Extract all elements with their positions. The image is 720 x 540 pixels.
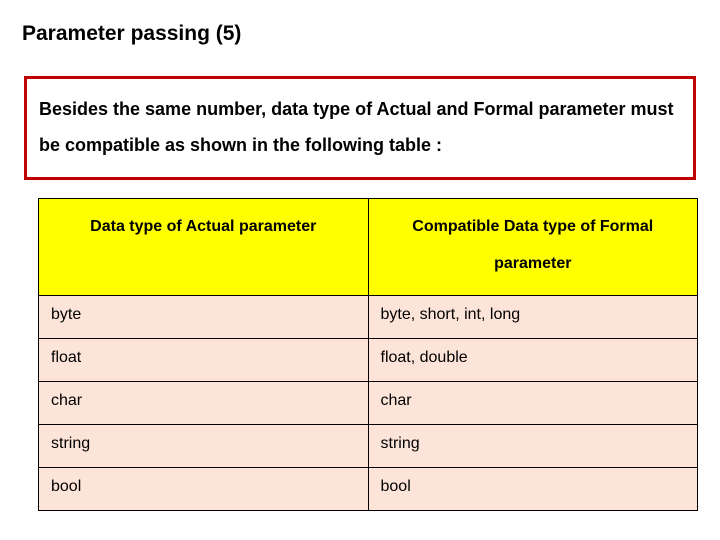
- cell-actual: string: [39, 424, 369, 467]
- table-row: char char: [39, 381, 698, 424]
- table-row: byte byte, short, int, long: [39, 295, 698, 338]
- cell-actual: bool: [39, 467, 369, 510]
- cell-formal: string: [368, 424, 698, 467]
- cell-actual: byte: [39, 295, 369, 338]
- compat-table: Data type of Actual parameter Compatible…: [38, 198, 698, 511]
- callout-box: Besides the same number, data type of Ac…: [24, 76, 696, 180]
- cell-formal: byte, short, int, long: [368, 295, 698, 338]
- header-formal: Compatible Data type of Formal parameter: [368, 199, 698, 296]
- table-header-row: Data type of Actual parameter Compatible…: [39, 199, 698, 296]
- page-title: Parameter passing (5): [22, 22, 700, 46]
- cell-formal: bool: [368, 467, 698, 510]
- cell-formal: float, double: [368, 338, 698, 381]
- header-actual: Data type of Actual parameter: [39, 199, 369, 296]
- cell-actual: char: [39, 381, 369, 424]
- cell-actual: float: [39, 338, 369, 381]
- table-row: float float, double: [39, 338, 698, 381]
- table-row: string string: [39, 424, 698, 467]
- table-row: bool bool: [39, 467, 698, 510]
- cell-formal: char: [368, 381, 698, 424]
- slide: Parameter passing (5) Besides the same n…: [0, 0, 720, 540]
